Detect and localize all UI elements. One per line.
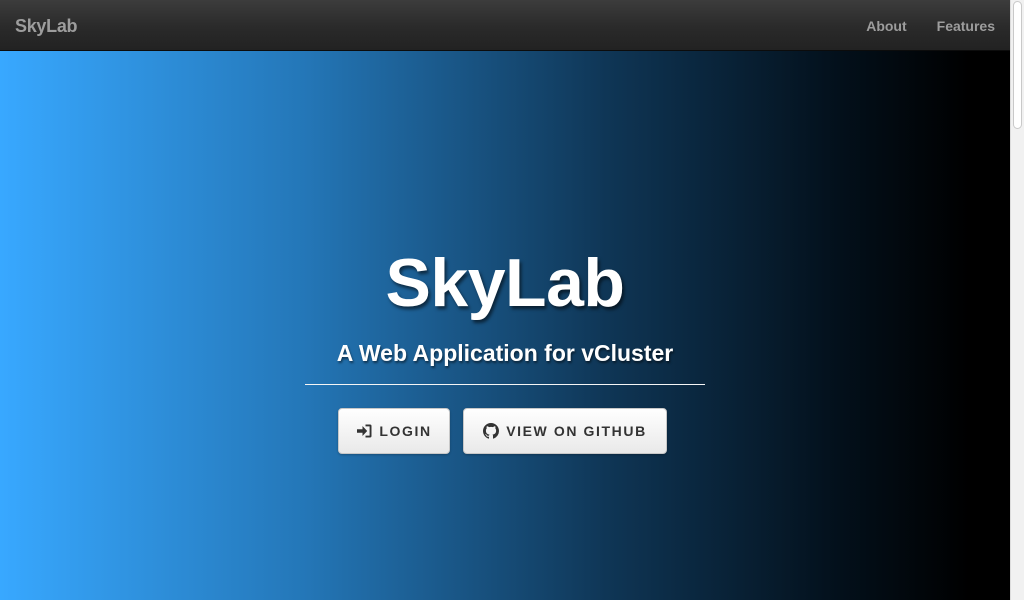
view-on-github-button[interactable]: VIEW ON GITHUB — [463, 408, 667, 454]
hero-title: SkyLab — [385, 245, 625, 321]
navbar: SkyLab About Features — [0, 0, 1010, 51]
nav-links: About Features — [836, 0, 995, 51]
sign-in-icon — [356, 423, 373, 439]
nav-link-features[interactable]: Features — [937, 18, 995, 34]
github-button-label: VIEW ON GITHUB — [506, 423, 647, 439]
page: SkyLab About Features SkyLab A Web Appli… — [0, 0, 1024, 600]
scrollbar-thumb[interactable] — [1013, 1, 1022, 129]
scrollbar[interactable] — [1010, 0, 1024, 600]
login-button[interactable]: LOGIN — [338, 408, 450, 454]
hero-section: SkyLab A Web Application for vCluster LO… — [0, 51, 1010, 600]
login-button-label: LOGIN — [379, 423, 432, 439]
hero-divider — [305, 384, 705, 385]
navbar-brand[interactable]: SkyLab — [15, 15, 78, 37]
github-icon — [483, 423, 500, 439]
hero-subtitle: A Web Application for vCluster — [336, 340, 674, 366]
nav-link-about[interactable]: About — [866, 18, 906, 34]
